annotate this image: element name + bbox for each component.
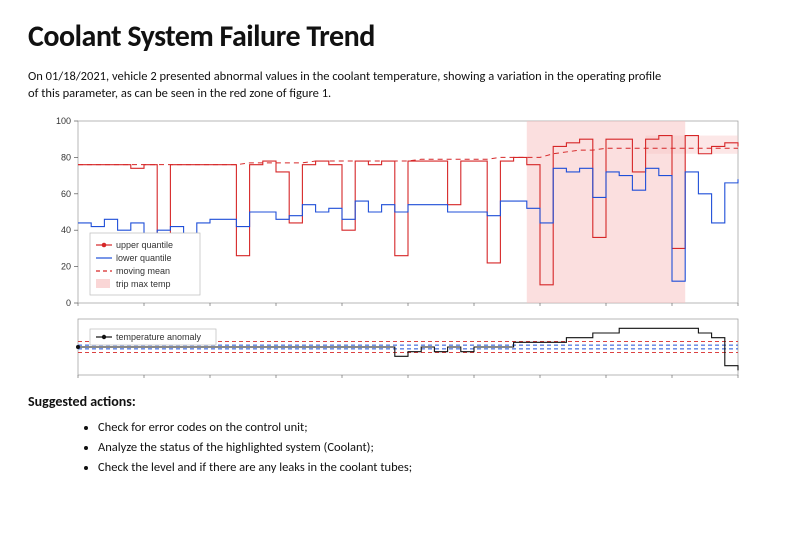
svg-text:20: 20 bbox=[61, 261, 71, 271]
svg-text:temperature anomaly: temperature anomaly bbox=[116, 332, 202, 342]
coolant-temperature-chart: 0 20 40 60 80 100 upper quantile lower quantil… bbox=[28, 113, 748, 313]
svg-text:80: 80 bbox=[61, 152, 71, 162]
svg-text:moving mean: moving mean bbox=[116, 266, 170, 276]
suggested-actions-list: Check for error codes on the control uni… bbox=[28, 418, 772, 478]
page-title: Coolant System Failure Trend bbox=[28, 18, 772, 55]
intro-paragraph: On 01/18/2021, vehicle 2 presented abnor… bbox=[28, 69, 668, 103]
svg-text:60: 60 bbox=[61, 189, 71, 199]
temperature-anomaly-chart: temperature anomaly bbox=[28, 313, 748, 383]
svg-text:lower quantile: lower quantile bbox=[116, 253, 172, 263]
figure-1: 0 20 40 60 80 100 upper quantile lower quantil… bbox=[28, 113, 748, 383]
svg-text:trip max temp: trip max temp bbox=[116, 279, 171, 289]
svg-text:upper quantile: upper quantile bbox=[116, 240, 173, 250]
svg-text:40: 40 bbox=[61, 225, 71, 235]
suggested-actions-heading: Suggested actions: bbox=[28, 393, 772, 410]
action-item: Analyze the status of the highlighted sy… bbox=[98, 438, 772, 458]
action-item: Check for error codes on the control uni… bbox=[98, 418, 772, 438]
svg-text:0: 0 bbox=[66, 298, 71, 308]
svg-text:100: 100 bbox=[56, 116, 71, 126]
action-item: Check the level and if there are any lea… bbox=[98, 458, 772, 478]
